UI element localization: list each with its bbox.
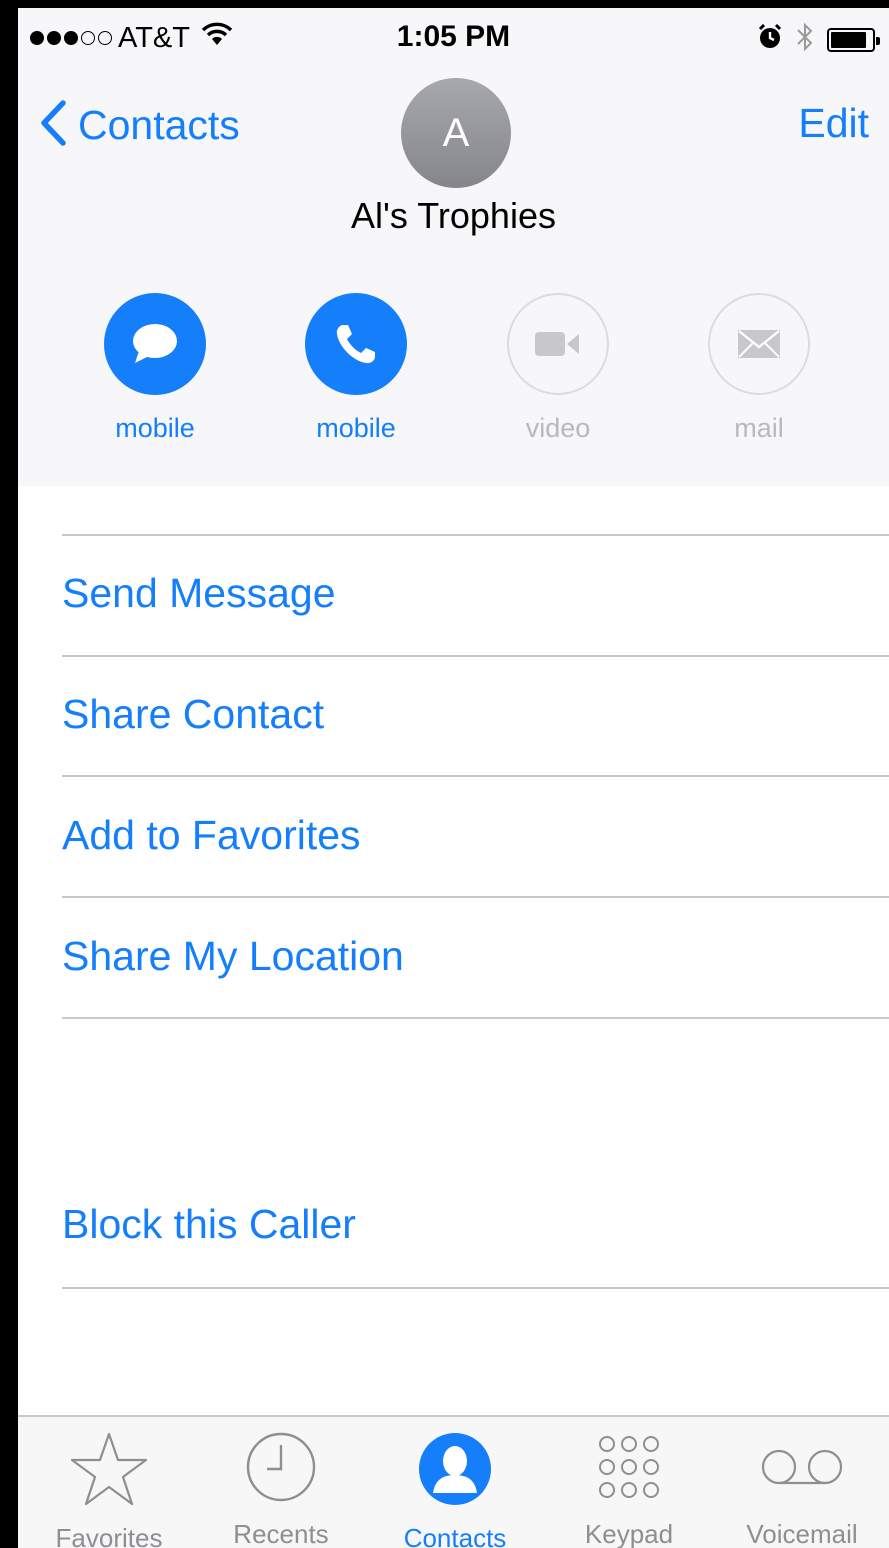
- divider: [62, 896, 889, 898]
- share-contact-item[interactable]: Share Contact: [62, 691, 324, 738]
- contact-name: Al's Trophies: [351, 195, 556, 236]
- mail-action-button[interactable]: mail: [659, 293, 859, 444]
- tab-contacts[interactable]: Contacts: [368, 1417, 542, 1548]
- message-bubble-icon: [104, 293, 206, 395]
- tab-voicemail[interactable]: Voicemail: [715, 1417, 889, 1548]
- contacts-person-icon: [417, 1431, 493, 1507]
- device-frame-left: [0, 0, 18, 1548]
- divider: [62, 655, 889, 657]
- send-message-item[interactable]: Send Message: [62, 570, 336, 617]
- avatar-initial: A: [442, 110, 470, 155]
- clock-icon: [245, 1431, 317, 1503]
- divider: [62, 775, 889, 777]
- contact-header: AT&T 1:05 PM Contacts A Edit Al's Trophi…: [18, 8, 889, 486]
- video-action-button[interactable]: video: [458, 293, 658, 444]
- divider: [62, 1287, 889, 1289]
- call-action-button[interactable]: mobile: [256, 293, 456, 444]
- share-my-location-item[interactable]: Share My Location: [62, 933, 404, 980]
- keypad-icon: [594, 1431, 664, 1503]
- tab-keypad[interactable]: Keypad: [542, 1417, 716, 1548]
- video-camera-icon: [507, 293, 609, 395]
- block-caller-item[interactable]: Block this Caller: [62, 1201, 356, 1248]
- bluetooth-icon: [795, 22, 815, 57]
- add-to-favorites-item[interactable]: Add to Favorites: [62, 812, 361, 859]
- message-action-button[interactable]: mobile: [55, 293, 255, 444]
- tab-recents[interactable]: Recents: [194, 1417, 368, 1548]
- tab-favorites[interactable]: Favorites: [22, 1417, 196, 1548]
- screen: AT&T 1:05 PM Contacts A Edit Al's Trophi…: [18, 8, 889, 1548]
- action-label: video: [525, 413, 591, 443]
- back-button-label: Contacts: [78, 102, 240, 148]
- chevron-left-icon: [40, 100, 66, 151]
- tab-label: Recents: [233, 1519, 329, 1548]
- alarm-icon: [757, 23, 783, 55]
- tab-label: Voicemail: [746, 1519, 858, 1548]
- star-icon: [69, 1431, 149, 1507]
- divider: [62, 534, 889, 536]
- battery-icon: [827, 27, 880, 52]
- edit-button[interactable]: Edit: [798, 100, 869, 147]
- tab-label: Keypad: [584, 1519, 674, 1548]
- status-right: [757, 22, 880, 57]
- quick-actions: mobile mobile video mail: [18, 293, 889, 453]
- tab-label: Contacts: [403, 1523, 507, 1548]
- action-label: mail: [734, 413, 784, 443]
- tab-bar: Favorites Recents Contacts Keypad Voicem…: [18, 1415, 889, 1548]
- tab-label: Favorites: [55, 1523, 163, 1548]
- envelope-icon: [708, 293, 810, 395]
- phone-icon: [305, 293, 407, 395]
- back-button[interactable]: Contacts: [40, 100, 240, 151]
- status-bar: AT&T 1:05 PM: [18, 8, 889, 70]
- divider: [62, 1017, 889, 1019]
- action-label: mobile: [316, 413, 396, 443]
- voicemail-icon: [757, 1431, 847, 1503]
- action-label: mobile: [115, 413, 195, 443]
- avatar: A: [401, 78, 511, 188]
- device-frame-top: [0, 0, 889, 8]
